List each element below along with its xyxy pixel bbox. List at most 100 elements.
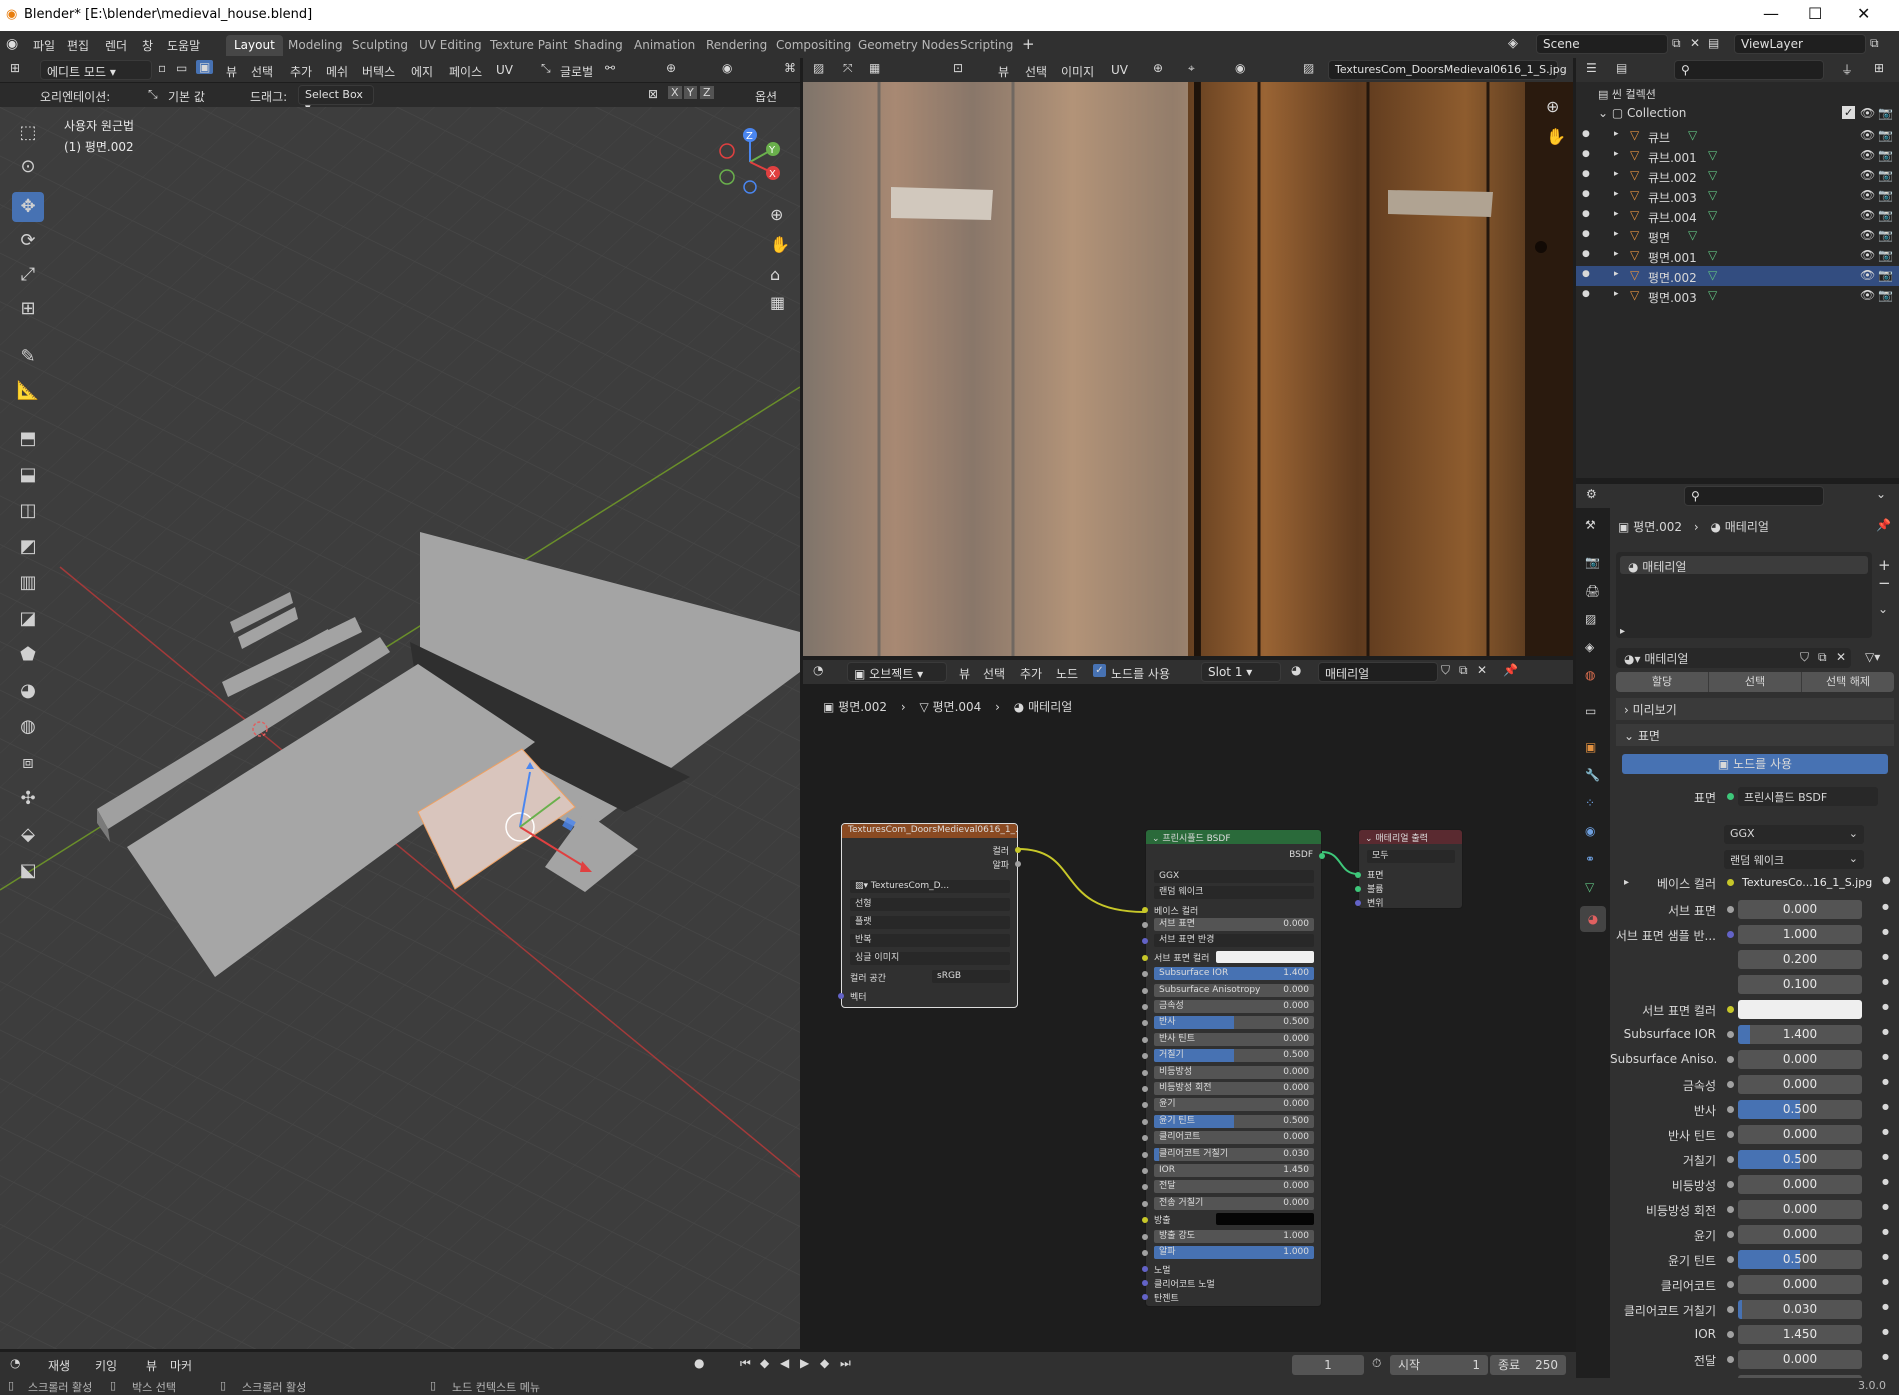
bsdf-input-field[interactable]: 서브 표면 반경 <box>1154 934 1314 948</box>
display-mode-icon[interactable]: ▤ <box>1616 61 1627 75</box>
keyframe-dot-icon[interactable]: ● <box>1882 1277 1889 1286</box>
fake-user-icon[interactable]: ⛉ <box>1441 663 1450 678</box>
timeline-menu-marker[interactable]: 마커 <box>170 1357 192 1374</box>
bsdf-node-header[interactable]: ⌄ 프린시플드 BSDF <box>1146 830 1321 844</box>
mesh-data-icon[interactable]: ▽ <box>1708 208 1717 222</box>
minimize-icon[interactable]: — <box>1763 4 1779 23</box>
props-sss-method[interactable]: 랜덤 웨이크 ⌄ <box>1724 850 1864 869</box>
camera-view-icon[interactable]: ⌂ <box>770 265 780 284</box>
props-value-field[interactable]: 0.000 <box>1738 1225 1862 1244</box>
jump-keyframe-forward-icon[interactable]: ◆ <box>820 1356 829 1370</box>
expand-arrow-icon[interactable]: ▸ <box>1614 209 1619 219</box>
visibility-eye-icon[interactable]: 👁 <box>1860 148 1875 162</box>
keyframe-dot-icon[interactable]: ● <box>1882 1002 1889 1011</box>
maximize-icon[interactable]: ☐ <box>1808 4 1822 23</box>
modifier-tab-icon[interactable]: 🔧 <box>1585 768 1600 782</box>
bsdf-input-socket[interactable] <box>1142 1053 1148 1060</box>
transform-orientation-icon[interactable]: ⤡ <box>541 61 551 76</box>
outliner-object-row[interactable]: ● ▸ ▽ 큐브.004 ▽ 👁 📷 <box>1576 206 1899 226</box>
bsdf-input-socket[interactable] <box>1142 1020 1148 1027</box>
material-browse-icon[interactable]: ◕ <box>1291 663 1301 677</box>
visibility-eye-icon[interactable]: 👁 <box>1860 128 1875 142</box>
props-value-field[interactable]: 0.000 <box>1738 1050 1862 1069</box>
object-name[interactable]: 평면.002 <box>1648 269 1697 286</box>
expand-arrow-icon[interactable]: ▸ <box>1614 149 1619 159</box>
edge-select-icon[interactable]: ▭ <box>176 61 187 75</box>
object-name[interactable]: 큐브.002 <box>1648 169 1697 186</box>
object-name[interactable]: 평면.001 <box>1648 249 1697 266</box>
tex-color-socket[interactable] <box>1015 847 1021 853</box>
object-name[interactable]: 큐브.004 <box>1648 209 1697 226</box>
props-duplicate-icon[interactable]: ⧉ <box>1818 650 1827 665</box>
smooth-icon[interactable]: ◍ <box>12 712 44 742</box>
transform-icon[interactable]: ⊞ <box>12 294 44 324</box>
keyframe-dot-icon[interactable]: ● <box>1882 902 1889 911</box>
current-frame-field[interactable]: 1 <box>1292 1355 1364 1375</box>
props-value-field[interactable]: 0.000 <box>1738 1075 1862 1094</box>
particles-tab-icon[interactable]: ⁘ <box>1585 796 1595 810</box>
tab-compositing[interactable]: Compositing <box>768 35 859 56</box>
node-menu-view[interactable]: 뷰 <box>959 665 970 682</box>
bsdf-clearcoat-normal-socket[interactable] <box>1142 1280 1148 1286</box>
node-menu-select[interactable]: 선택 <box>983 665 1005 682</box>
base-color-keyframe-dot[interactable]: ● <box>1882 875 1891 886</box>
visibility-eye-icon[interactable]: 👁 <box>1860 228 1875 242</box>
bsdf-color-swatch[interactable] <box>1216 950 1314 963</box>
props-value-field[interactable]: 0.500 <box>1738 1100 1862 1119</box>
bsdf-input-field[interactable]: 금속성 0.000 <box>1154 1000 1314 1013</box>
view-layer-selector[interactable]: ViewLayer <box>1734 34 1866 54</box>
bsdf-input-field[interactable]: 반사 0.500 <box>1154 1016 1314 1030</box>
outliner-search[interactable]: ⚲ <box>1674 60 1824 80</box>
props-value-field[interactable]: 0.030 <box>1738 1300 1862 1319</box>
visibility-dot-icon[interactable]: ● <box>1582 169 1590 179</box>
add-workspace-icon[interactable]: + <box>1022 35 1035 53</box>
menu-window[interactable]: 창 <box>142 37 153 54</box>
visibility-dot-icon[interactable]: ● <box>1582 209 1590 219</box>
bsdf-input-field[interactable]: 전송 거칠기 0.000 <box>1154 1196 1314 1210</box>
keyframe-dot-icon[interactable]: ● <box>1882 952 1889 961</box>
bsdf-input-socket[interactable] <box>1142 971 1148 978</box>
keyframe-dot-icon[interactable]: ● <box>1882 1077 1889 1086</box>
mesh-data-icon[interactable]: ▽ <box>1708 288 1717 302</box>
object-name[interactable]: 평면 <box>1648 229 1670 246</box>
base-color-texture-field[interactable]: TexturesCo...16_1_S.jpg <box>1738 874 1878 893</box>
bsdf-input-socket[interactable] <box>1142 1086 1148 1092</box>
visibility-eye-icon[interactable]: 👁 <box>1860 288 1875 302</box>
uv-sync-icon[interactable]: ⤧ <box>843 61 853 76</box>
bsdf-distribution[interactable]: GGX <box>1154 870 1314 883</box>
tab-modeling[interactable]: Modeling <box>280 35 351 56</box>
bsdf-input-field[interactable]: IOR 1.450 <box>1154 1164 1314 1177</box>
viewport-menu-select[interactable]: 선택 <box>251 63 273 80</box>
image-name-field[interactable]: TexturesCom_DoorsMedieval0616_1_S.jpg <box>1328 60 1567 80</box>
tab-uv-editing[interactable]: UV Editing <box>411 35 490 56</box>
outliner-object-row[interactable]: ● ▸ ▽ 평면 ▽ 👁 📷 <box>1576 226 1899 246</box>
tab-texture-paint[interactable]: Texture Paint <box>482 35 575 56</box>
bsdf-input-socket[interactable] <box>1142 1200 1148 1207</box>
scene-selector[interactable]: Scene <box>1536 34 1668 54</box>
visibility-eye-icon[interactable]: 👁 <box>1860 188 1875 202</box>
props-fake-user-icon[interactable]: ⛉ <box>1800 650 1809 665</box>
bsdf-input-socket[interactable] <box>1142 1168 1148 1174</box>
menu-help[interactable]: 도움말 <box>167 37 200 54</box>
spin-icon[interactable]: ◕ <box>12 676 44 706</box>
mode-selector[interactable]: 에디트 모드 ▾ <box>40 60 152 80</box>
bsdf-input-socket[interactable] <box>1142 1036 1148 1043</box>
bsdf-input-field[interactable]: 클리어코트 거칠기 0.030 <box>1154 1147 1314 1161</box>
collection-checkbox[interactable]: ✓ <box>1842 106 1856 119</box>
tex-node-header[interactable]: TexturesCom_DoorsMedieval0616_1_... <box>842 824 1017 838</box>
extrude-icon[interactable]: ⬓ <box>12 460 44 490</box>
filter-icon[interactable]: ⏚ <box>1841 61 1853 78</box>
props-distribution[interactable]: GGX ⌄ <box>1724 825 1864 844</box>
add-cube-icon[interactable]: ⬒ <box>12 424 44 454</box>
properties-search[interactable]: ⚲ <box>1684 486 1824 506</box>
visibility-dot-icon[interactable]: ● <box>1582 269 1590 279</box>
mirror-icon[interactable]: ⊠ <box>648 87 658 101</box>
options-dropdown[interactable]: 옵션 <box>755 88 777 105</box>
collection-row[interactable]: ⌄ ▢ Collection <box>1598 106 1686 120</box>
props-value-field[interactable]: 0.200 <box>1738 950 1862 969</box>
assign-button[interactable]: 할당 <box>1616 672 1708 692</box>
expand-arrow-icon[interactable]: ▸ <box>1614 189 1619 199</box>
output-node-header[interactable]: ⌄ 매테리얼 출력 <box>1359 830 1462 844</box>
viewport-menu-face[interactable]: 페이스 <box>449 63 482 80</box>
bsdf-input-socket[interactable] <box>1142 1069 1148 1076</box>
